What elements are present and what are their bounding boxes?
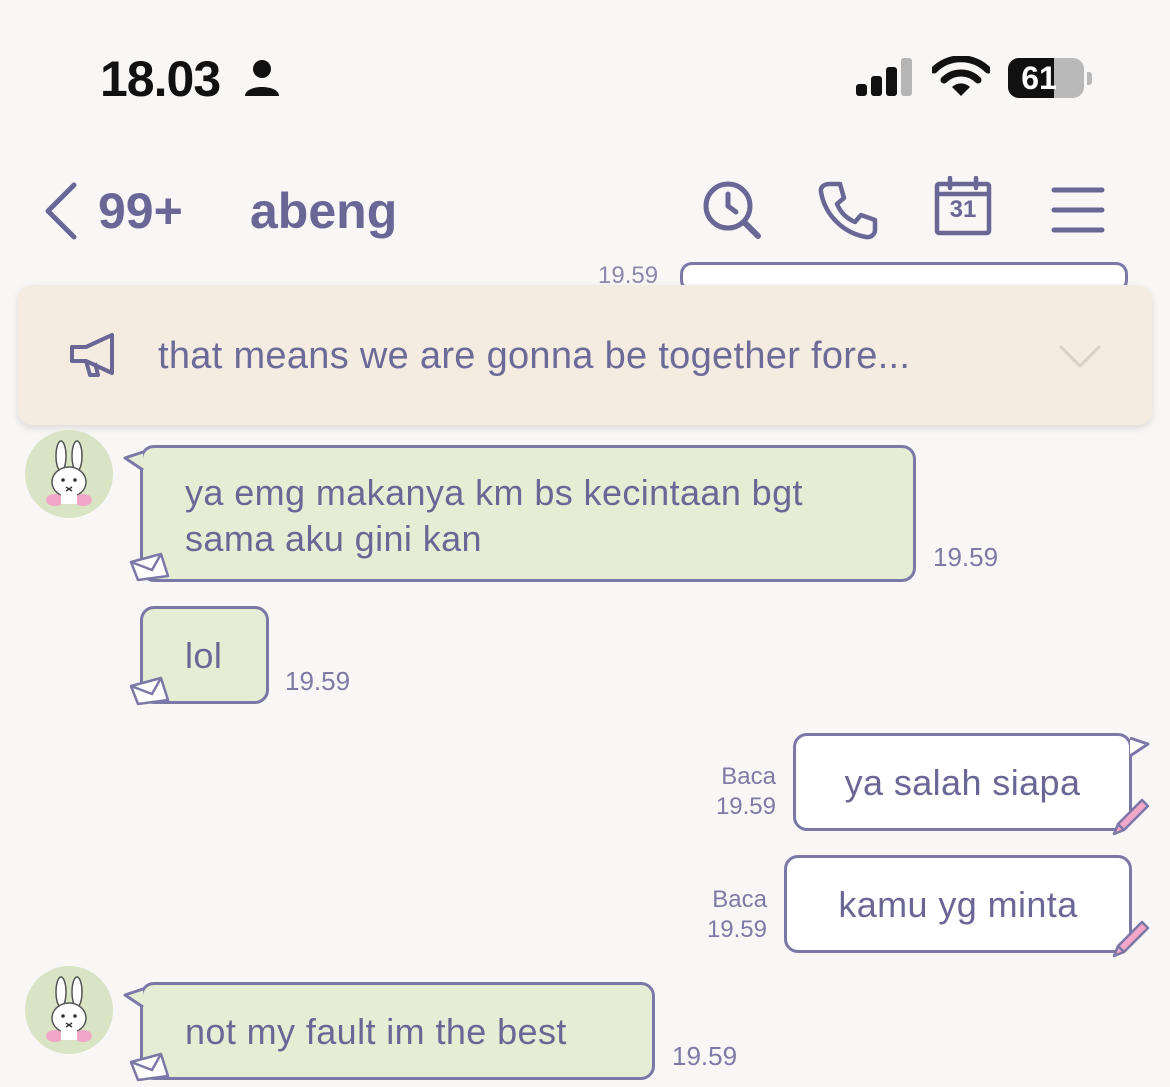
phone-icon[interactable] bbox=[816, 178, 880, 242]
pencil-icon bbox=[1112, 920, 1150, 958]
message-text: sama aku gini kan bbox=[185, 518, 482, 559]
message-text: lol bbox=[185, 635, 223, 676]
message-text: kamu yg minta bbox=[838, 884, 1078, 925]
announcement-text: that means we are gonna be together fore… bbox=[158, 335, 911, 377]
calendar-day: 31 bbox=[949, 196, 977, 223]
read-status: Baca 19.59 bbox=[680, 885, 767, 945]
message-bubble-outgoing[interactable]: ya salah siapa bbox=[793, 733, 1132, 831]
wifi-icon bbox=[932, 56, 990, 96]
contact-avatar[interactable] bbox=[25, 430, 113, 518]
contact-avatar[interactable] bbox=[25, 966, 113, 1054]
signal-icon bbox=[856, 58, 912, 96]
pencil-icon bbox=[1112, 798, 1150, 836]
message-bubble-incoming[interactable]: ya emg makanya km bs kecintaan bgt sama … bbox=[140, 445, 916, 582]
battery-level: 61 bbox=[1021, 60, 1057, 96]
message-time: 19.59 bbox=[706, 916, 767, 943]
read-label: Baca bbox=[721, 763, 776, 790]
menu-icon[interactable] bbox=[1046, 178, 1110, 242]
message-text: ya emg makanya km bs kecintaan bgt bbox=[185, 472, 803, 513]
megaphone-icon bbox=[70, 333, 114, 377]
envelope-icon bbox=[129, 676, 170, 706]
bubble-tail bbox=[1129, 736, 1150, 758]
message-time: 19.59 bbox=[933, 542, 999, 572]
unread-count[interactable]: 99+ bbox=[98, 182, 183, 240]
bunny-avatar-icon bbox=[46, 440, 92, 506]
message-time: 19.59 bbox=[285, 666, 351, 696]
contact-name[interactable]: abeng bbox=[250, 182, 397, 240]
message-time: 19.59 bbox=[715, 793, 776, 820]
announcement-banner[interactable]: that means we are gonna be together fore… bbox=[18, 285, 1152, 425]
message-text: ya salah siapa bbox=[844, 762, 1081, 803]
status-time: 18.03 bbox=[100, 51, 221, 107]
status-bar: 18.03 61 bbox=[0, 0, 1170, 140]
person-icon bbox=[245, 60, 279, 96]
chevron-down-icon[interactable] bbox=[1058, 343, 1102, 371]
battery-indicator: 61 bbox=[1008, 58, 1092, 98]
chat-header: 99+ abeng 31 bbox=[0, 150, 1170, 270]
read-label: Baca bbox=[712, 886, 767, 913]
search-icon[interactable] bbox=[700, 178, 764, 242]
envelope-icon bbox=[129, 552, 170, 582]
back-icon[interactable] bbox=[40, 182, 80, 240]
message-bubble-incoming[interactable]: not my fault im the best bbox=[140, 982, 655, 1080]
message-text: not my fault im the best bbox=[185, 1011, 567, 1052]
bunny-avatar-icon bbox=[46, 976, 92, 1042]
bubble-tail bbox=[123, 450, 144, 472]
bubble-tail bbox=[123, 987, 144, 1009]
message-time: 19.59 bbox=[672, 1041, 738, 1071]
message-bubble-outgoing[interactable]: kamu yg minta bbox=[784, 855, 1132, 953]
envelope-icon bbox=[129, 1052, 170, 1082]
calendar-icon[interactable]: 31 bbox=[934, 176, 992, 236]
read-status: Baca 19.59 bbox=[690, 762, 776, 822]
